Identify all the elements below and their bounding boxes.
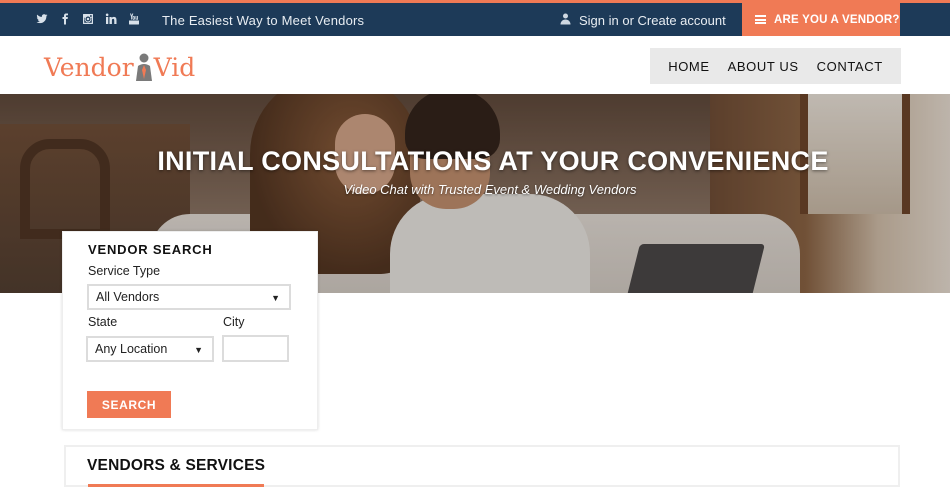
- are-you-a-vendor-button[interactable]: ARE YOU A VENDOR?: [742, 3, 900, 36]
- logo-text-right: Vid: [153, 53, 196, 82]
- vendors-services-section: VENDORS & SERVICES: [64, 445, 900, 487]
- tagline: The Easiest Way to Meet Vendors: [162, 13, 365, 28]
- social-links: [36, 12, 140, 26]
- hero-subtitle: Video Chat with Trusted Event & Wedding …: [343, 182, 637, 197]
- dropdown-arrow-icon: ▼: [271, 293, 280, 303]
- instagram-icon[interactable]: [82, 12, 94, 26]
- service-type-select[interactable]: All Vendors ▼: [87, 284, 291, 310]
- hero-title: INITIAL CONSULTATIONS AT YOUR CONVENIENC…: [157, 146, 829, 176]
- nav-home[interactable]: HOME: [668, 59, 709, 74]
- signin-label[interactable]: Sign in or Create account: [579, 13, 726, 28]
- vendor-button-label: ARE YOU A VENDOR?: [774, 13, 900, 26]
- service-type-value: All Vendors: [96, 290, 160, 304]
- user-icon: [560, 13, 571, 28]
- state-label: State: [88, 315, 118, 329]
- service-type-label: Service Type: [88, 264, 161, 278]
- state-select[interactable]: Any Location ▼: [86, 336, 214, 362]
- city-input[interactable]: [222, 335, 289, 362]
- site-header: Vendor Vid HOME ABOUT US CONTACT: [0, 36, 950, 94]
- nav-contact[interactable]: CONTACT: [817, 59, 883, 74]
- heading-underline: [88, 484, 264, 487]
- main-nav: HOME ABOUT US CONTACT: [650, 48, 901, 84]
- logo-figure-icon: [135, 52, 153, 82]
- linkedin-icon[interactable]: [105, 12, 117, 26]
- vendor-search-heading: VENDOR SEARCH: [88, 242, 213, 257]
- vendorvid-logo[interactable]: Vendor Vid: [44, 48, 195, 82]
- nav-about-us[interactable]: ABOUT US: [728, 59, 799, 74]
- vendor-search-card: VENDOR SEARCH Service Type All Vendors ▼…: [62, 231, 318, 430]
- dropdown-arrow-icon: ▼: [194, 345, 203, 355]
- top-bar: The Easiest Way to Meet Vendors Sign in …: [0, 0, 950, 36]
- logo-text-left: Vendor: [44, 53, 134, 82]
- state-value: Any Location: [95, 342, 168, 356]
- signin-link[interactable]: Sign in or Create account: [560, 13, 726, 28]
- vendors-services-heading: VENDORS & SERVICES: [87, 457, 266, 474]
- facebook-icon[interactable]: [59, 12, 71, 26]
- search-button[interactable]: SEARCH: [87, 391, 171, 418]
- city-label: City: [223, 315, 245, 329]
- twitter-icon[interactable]: [36, 12, 48, 26]
- menu-icon: [755, 15, 766, 24]
- youtube-icon[interactable]: [128, 12, 140, 26]
